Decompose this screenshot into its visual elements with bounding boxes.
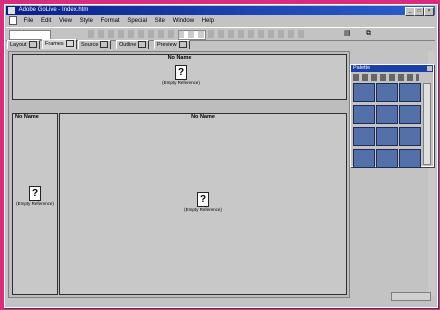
frame-top-name: No Name xyxy=(167,55,192,61)
window-title: Adobe GoLive - Index.htm xyxy=(18,7,89,13)
frame-layout-item[interactable] xyxy=(376,83,398,102)
close-icon[interactable]: × xyxy=(424,7,434,16)
menu-format[interactable]: Format xyxy=(101,18,120,24)
tab-preview[interactable]: Preview xyxy=(154,40,190,49)
frame-layout-item[interactable] xyxy=(353,127,375,146)
frame-main-name: No Name xyxy=(191,114,215,120)
frameset-canvas: No Name ? (Empty Reference) No Name ? (E… xyxy=(8,51,350,298)
tab-outline-label: Outline xyxy=(119,42,137,48)
tab-source[interactable]: Source xyxy=(78,40,112,49)
app-icon xyxy=(8,7,15,14)
menu-help[interactable]: Help xyxy=(202,18,214,24)
frame-layout-item[interactable] xyxy=(399,83,421,102)
title-bar: Adobe GoLive - Index.htm _ □ × xyxy=(6,6,435,16)
tab-frames[interactable]: Frames xyxy=(42,39,77,49)
frame-layout-item[interactable] xyxy=(399,127,421,146)
frame-main-placeholder-label: (Empty Reference) xyxy=(184,207,222,212)
outline-icon xyxy=(138,41,147,49)
frame-layout-item[interactable] xyxy=(376,105,398,124)
frames-icon xyxy=(65,40,74,48)
frame-left-placeholder-label: (Empty Reference) xyxy=(16,201,54,206)
toolbar-icons[interactable] xyxy=(88,30,308,38)
source-icon xyxy=(100,41,109,49)
menu-view[interactable]: View xyxy=(59,18,72,24)
frame-left-placeholder: ? (Empty Reference) xyxy=(13,186,57,206)
frame-top-placeholder-label: (Empty Reference) xyxy=(162,80,200,85)
frame-layout-item[interactable] xyxy=(353,105,375,124)
palette-scrollbar[interactable] xyxy=(423,83,431,165)
palette-title: Palette xyxy=(351,65,433,72)
frame-layout-grid xyxy=(353,83,421,168)
frame-left-name: No Name xyxy=(15,114,39,120)
tab-layout-label: Layout xyxy=(10,42,27,48)
frame-left[interactable]: No Name ? (Empty Reference) xyxy=(12,113,58,295)
tab-preview-label: Preview xyxy=(157,42,177,48)
menu-special[interactable]: Special xyxy=(127,18,147,24)
question-icon: ? xyxy=(175,65,187,80)
app-window: Adobe GoLive - Index.htm _ □ × File Edit… xyxy=(4,4,438,308)
frame-layout-item[interactable] xyxy=(376,127,398,146)
menu-bar: File Edit View Style Format Special Site… xyxy=(6,16,435,26)
document-icon xyxy=(9,16,17,25)
maximize-icon[interactable]: □ xyxy=(414,7,424,16)
frame-layout-item[interactable] xyxy=(353,149,375,168)
frame-main[interactable]: No Name ? (Empty Reference) xyxy=(59,113,347,295)
view-tabs: Layout Frames Source Outline Preview xyxy=(6,39,435,50)
document-icon[interactable]: ▤ xyxy=(344,29,351,38)
frame-top[interactable]: No Name ? (Empty Reference) xyxy=(12,54,347,100)
status-field xyxy=(391,292,431,301)
frame-layout-item[interactable] xyxy=(376,149,398,168)
palette-tab-icons[interactable] xyxy=(353,74,419,81)
palette-window[interactable]: Palette xyxy=(350,64,434,168)
frame-top-placeholder: ? (Empty Reference) xyxy=(158,65,204,85)
frame-layout-item[interactable] xyxy=(399,105,421,124)
tab-layout[interactable]: Layout xyxy=(7,40,40,49)
menu-window[interactable]: Window xyxy=(173,18,194,24)
menu-edit[interactable]: Edit xyxy=(41,18,51,24)
view-icon[interactable]: ⧉ xyxy=(366,29,371,38)
question-icon: ? xyxy=(197,192,209,207)
menu-file[interactable]: File xyxy=(24,18,34,24)
question-icon: ? xyxy=(29,186,41,201)
frame-layout-item[interactable] xyxy=(399,149,421,168)
tab-source-label: Source xyxy=(81,42,99,48)
frame-main-placeholder: ? (Empty Reference) xyxy=(180,192,226,212)
close-icon[interactable] xyxy=(427,66,432,71)
tab-frames-label: Frames xyxy=(45,41,64,47)
menu-style[interactable]: Style xyxy=(80,18,93,24)
preview-icon xyxy=(178,41,187,49)
layout-icon xyxy=(28,41,37,49)
tab-outline[interactable]: Outline xyxy=(116,40,150,49)
menu-site[interactable]: Site xyxy=(155,18,165,24)
frame-layout-item[interactable] xyxy=(353,83,375,102)
